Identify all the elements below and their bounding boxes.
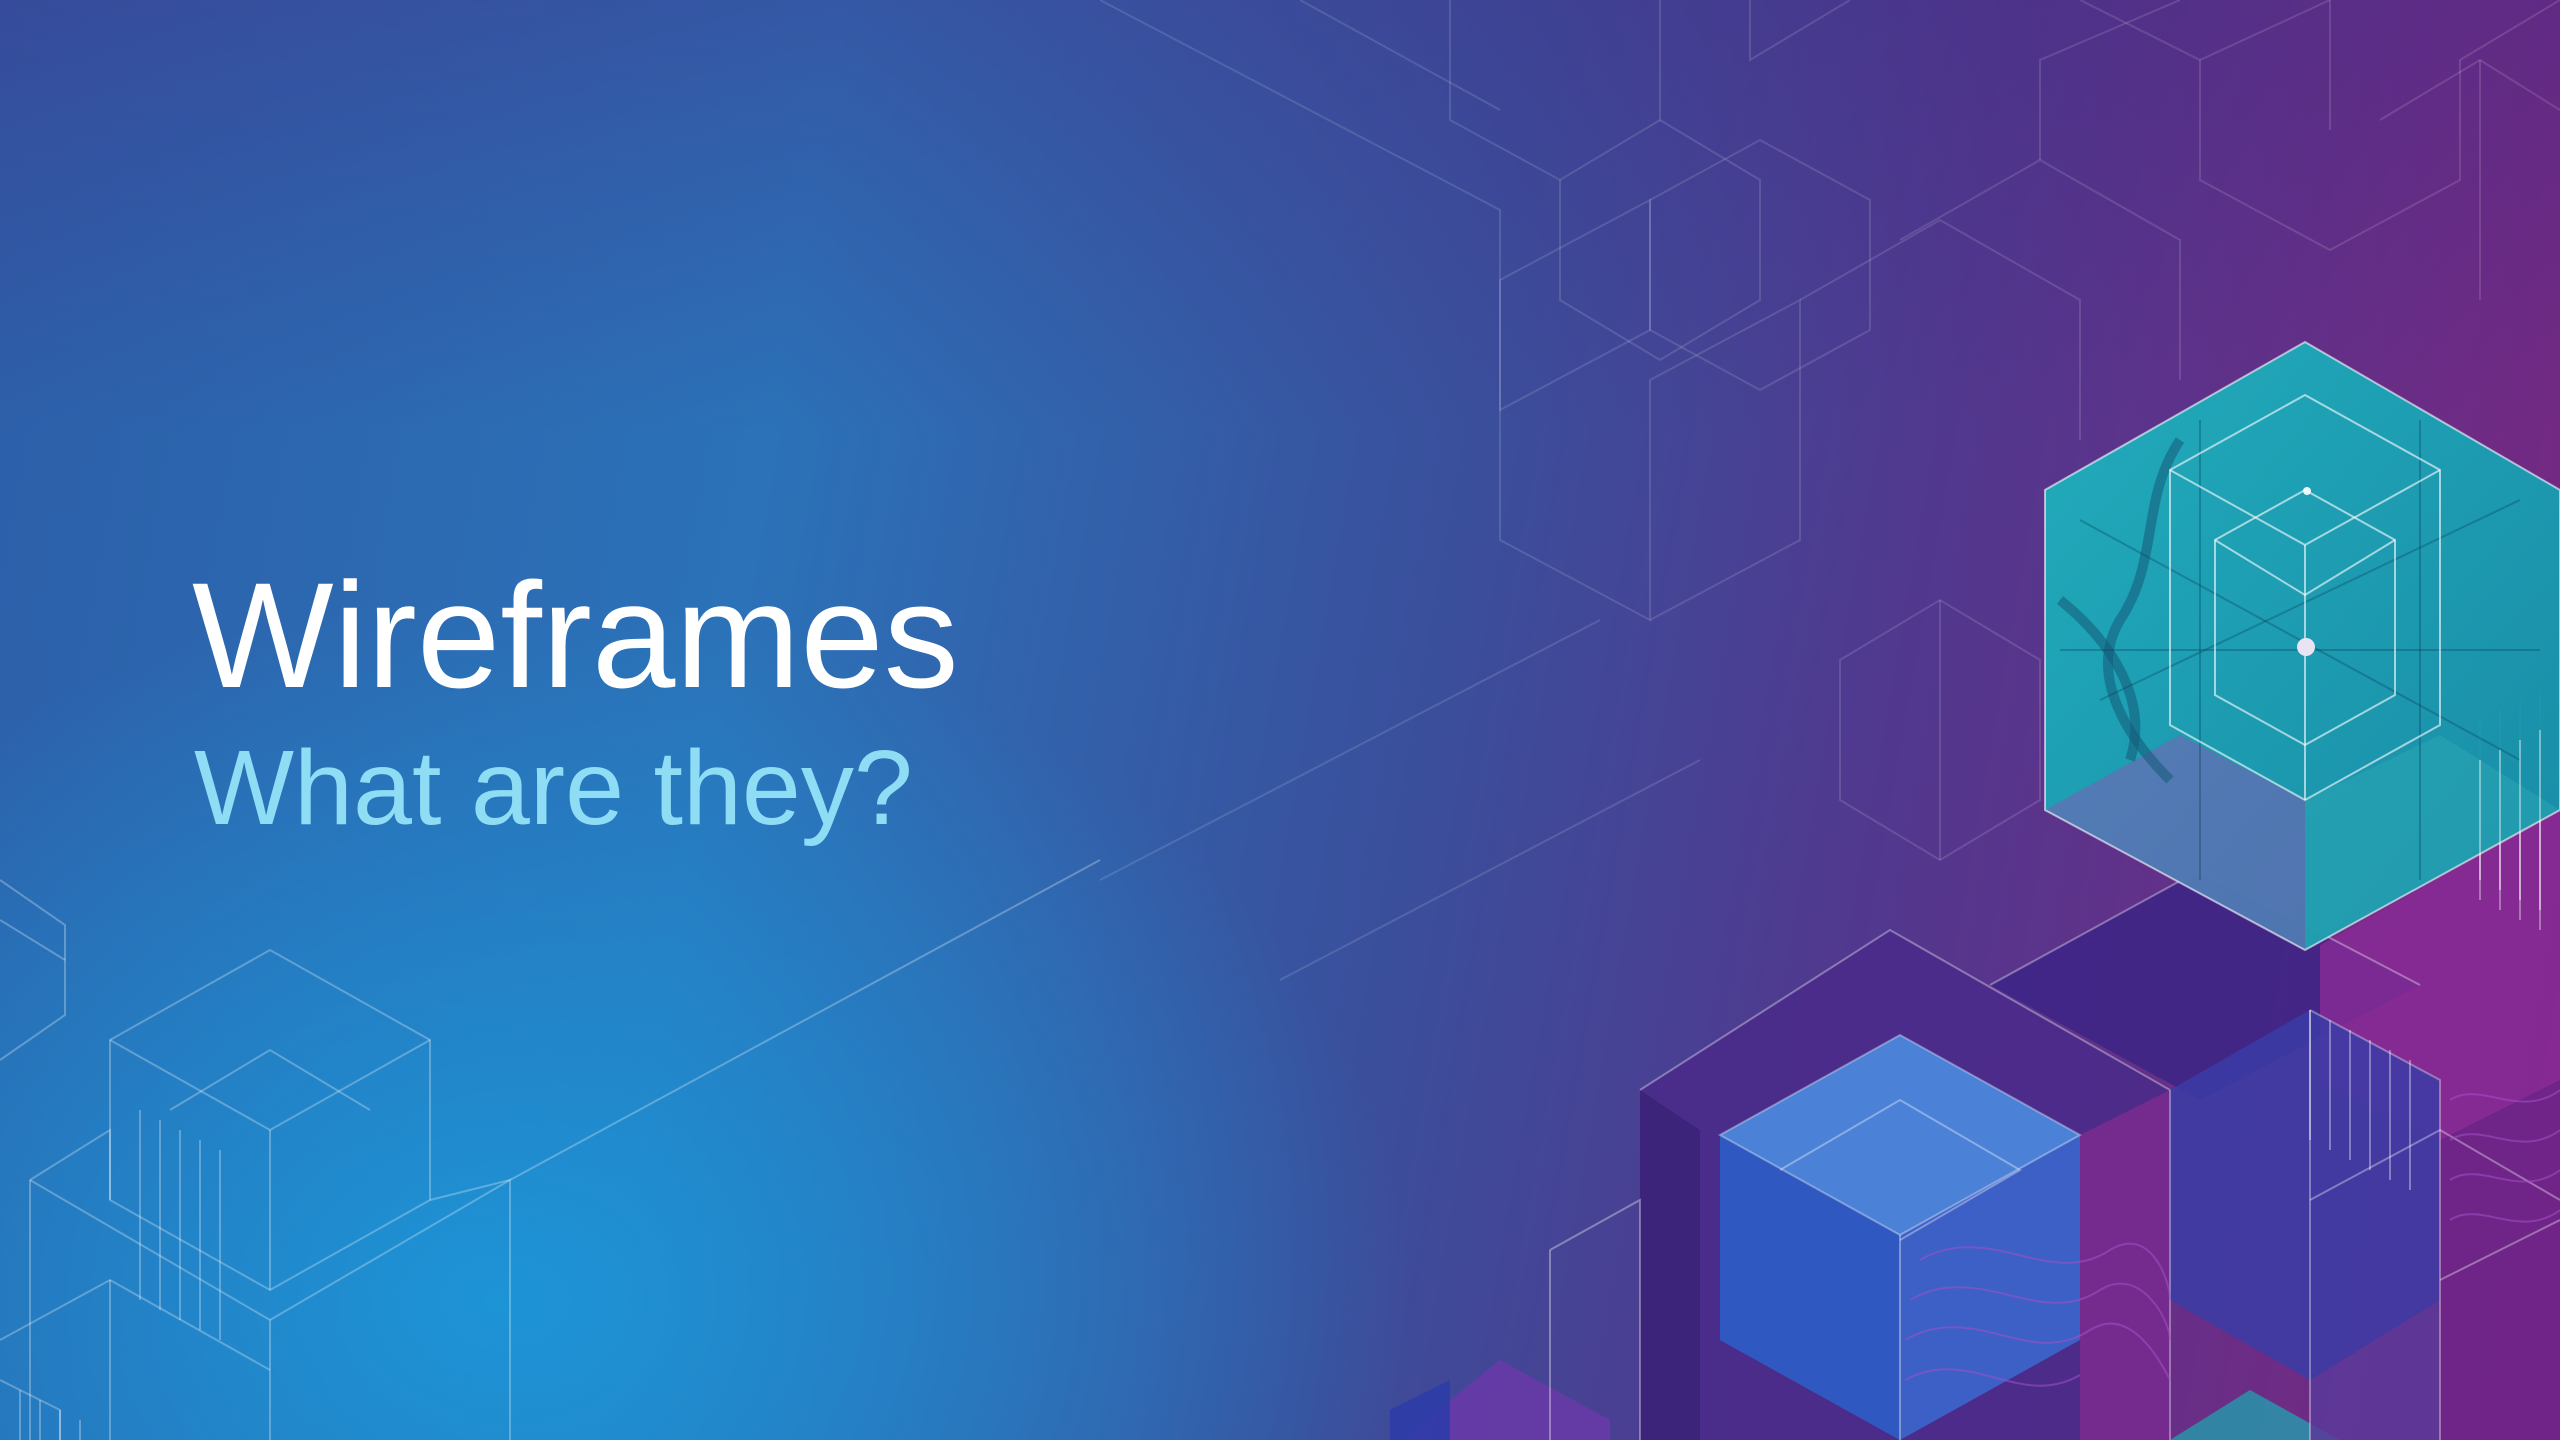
isometric-cube-background	[0, 0, 2560, 1440]
node-dot-large	[2297, 638, 2315, 656]
slide-subtitle: What are they?	[194, 729, 913, 847]
bottom-left-wire-cubes	[0, 859, 1101, 1440]
node-dot-small	[2303, 487, 2311, 495]
slide-title: Wireframes	[192, 551, 959, 719]
title-slide: Wireframes What are they?	[0, 0, 2560, 1440]
